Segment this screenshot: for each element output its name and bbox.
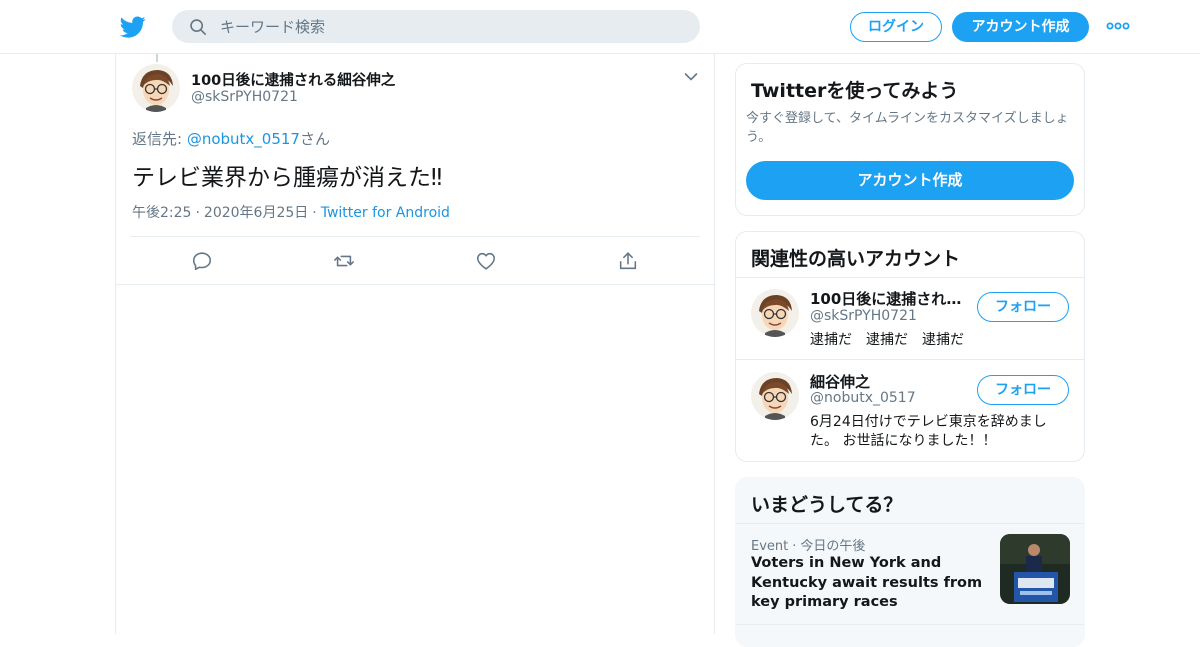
- trend-meta: Event · 今日の午後: [751, 535, 865, 554]
- like-icon[interactable]: [475, 250, 497, 272]
- reply-suffix: さん: [299, 130, 330, 148]
- more-icon[interactable]: [1106, 18, 1130, 34]
- trend-category: Event: [751, 539, 789, 554]
- top-bar: ログイン アカウント作成: [0, 0, 1200, 54]
- meta-separator: ·: [312, 205, 317, 221]
- twitter-bird-icon[interactable]: [120, 14, 146, 40]
- related-account-bio: 6月24日付けでテレビ東京を辞めました。 お世話になりました！！: [810, 414, 1047, 449]
- follow-button[interactable]: フォロー: [977, 292, 1069, 322]
- signup-card-button[interactable]: アカウント作成: [746, 161, 1074, 200]
- trends-card: いまどうしてる？ Event · 今日の午後 Voters in New York …: [735, 477, 1085, 647]
- trend-image[interactable]: [1000, 534, 1070, 604]
- related-account-handle[interactable]: @nobutx_0517: [810, 390, 916, 406]
- related-accounts-title: 関連性の高いアカウント: [751, 248, 961, 270]
- tweet-date[interactable]: 2020年6月25日: [204, 205, 308, 221]
- chevron-down-icon[interactable]: [684, 72, 698, 82]
- signup-card: Twitterを使ってみよう 今すぐ登録して、タイムラインをカスタマイズしましょ…: [735, 63, 1085, 216]
- divider: [736, 624, 1084, 625]
- avatar[interactable]: [751, 372, 799, 420]
- tweet-actions: [116, 237, 714, 285]
- reply-to-line: 返信先: @nobutx_0517さん: [132, 128, 330, 149]
- divider: [736, 523, 1084, 524]
- reply-mention-link[interactable]: @nobutx_0517: [187, 130, 300, 148]
- signup-card-description: 今すぐ登録して、タイムラインをカスタマイズしましょう。: [746, 111, 1069, 145]
- related-account[interactable]: 100日後に逮捕される細谷伸之 @skSrPYH0721 フォロー 逮捕だ 逮捕…: [736, 278, 1084, 360]
- meta-separator: ·: [792, 539, 797, 554]
- tweet-source-link[interactable]: Twitter for Android: [321, 205, 450, 221]
- tweet-meta: 午後2:25 · 2020年6月25日 · Twitter for Android: [132, 202, 450, 222]
- retweet-icon[interactable]: [333, 250, 355, 272]
- tweet-text: テレビ業界から腫瘍が消えた‼: [132, 165, 443, 191]
- signup-card-title: Twitterを使ってみよう: [751, 80, 959, 102]
- login-button[interactable]: ログイン: [850, 12, 942, 42]
- tweet-column: 100日後に逮捕される細谷伸之 @skSrPYH0721 返信先: @nobut…: [115, 54, 715, 634]
- search-bar[interactable]: [172, 10, 700, 43]
- related-account-name[interactable]: 100日後に逮捕される細谷伸之: [810, 288, 970, 309]
- follow-button[interactable]: フォロー: [977, 375, 1069, 405]
- meta-separator: ·: [195, 205, 200, 221]
- related-account-bio: 逮捕だ 逮捕だ 逮捕だ: [810, 332, 964, 348]
- trend-time: 今日の午後: [800, 539, 866, 554]
- thread-line: [156, 54, 158, 62]
- related-account-name[interactable]: 細谷伸之: [810, 371, 970, 392]
- trend-title[interactable]: Voters in New York and Kentucky await re…: [751, 554, 989, 613]
- avatar[interactable]: [132, 64, 180, 112]
- tweet-handle[interactable]: @skSrPYH0721: [191, 89, 298, 105]
- related-account[interactable]: 細谷伸之 @nobutx_0517 フォロー 6月24日付けでテレビ東京を辞めま…: [736, 360, 1084, 461]
- related-account-handle[interactable]: @skSrPYH0721: [810, 308, 917, 324]
- signup-button[interactable]: アカウント作成: [952, 12, 1089, 42]
- share-icon[interactable]: [617, 250, 639, 272]
- related-accounts-card: 関連性の高いアカウント 100日後に逮捕される細谷伸之 @skSrPYH0721…: [735, 231, 1085, 462]
- search-input[interactable]: [220, 10, 680, 43]
- tweet-time[interactable]: 午後2:25: [132, 205, 191, 221]
- reply-prefix: 返信先:: [132, 130, 187, 148]
- trends-title: いまどうしてる？: [751, 494, 903, 516]
- search-icon: [190, 19, 207, 36]
- tweet-display-name[interactable]: 100日後に逮捕される細谷伸之: [191, 69, 395, 90]
- avatar[interactable]: [751, 289, 799, 337]
- reply-icon[interactable]: [191, 250, 213, 272]
